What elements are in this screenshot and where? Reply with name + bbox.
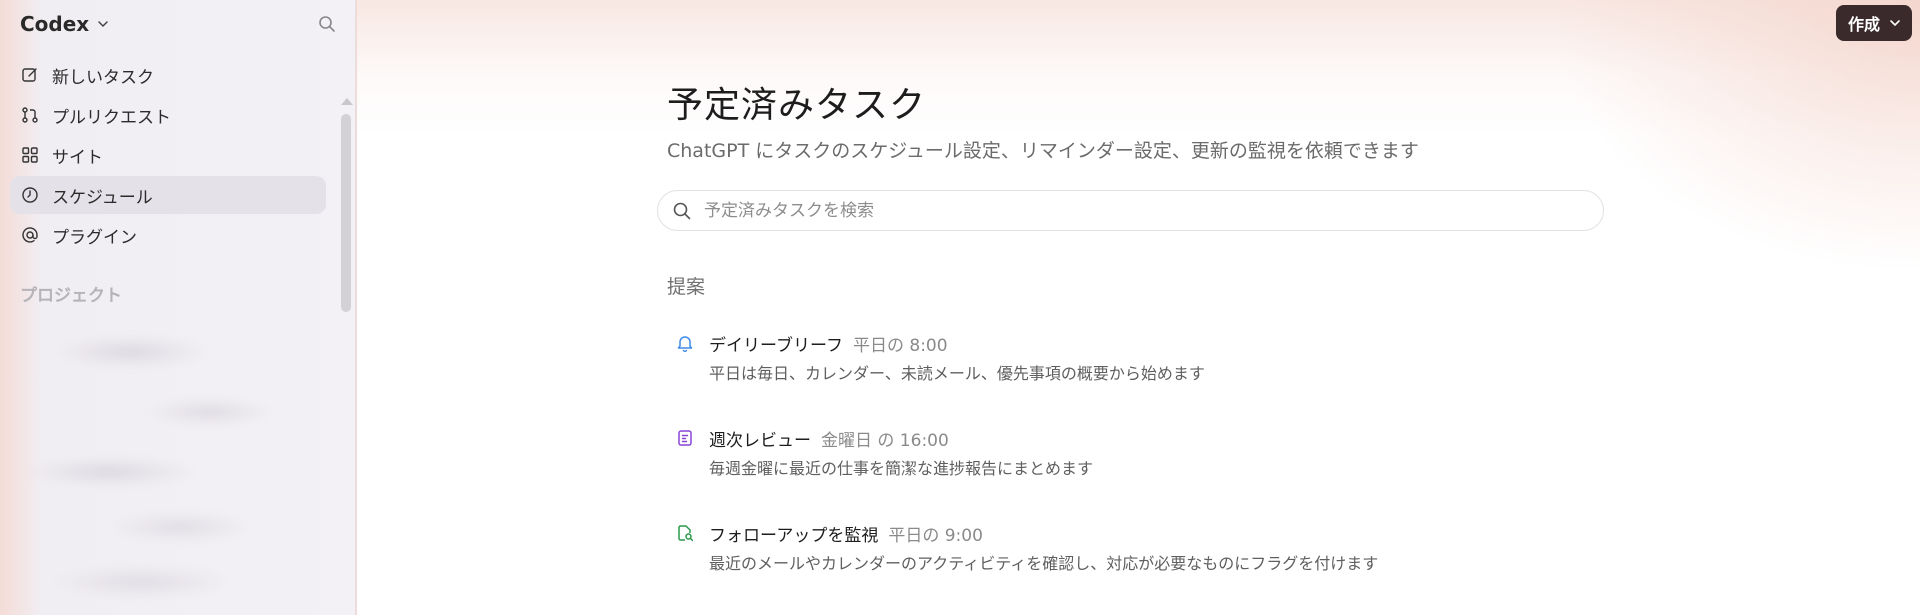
note-icon	[678, 430, 692, 446]
suggestion-title: デイリーブリーフ	[709, 336, 843, 356]
projects-section-label: プロジェクト	[20, 286, 122, 306]
search-input[interactable]	[704, 200, 1584, 221]
chevron-down-icon	[1890, 20, 1900, 27]
sidebar-nav: 新しいタスク プルリクエスト サイト スケジュール プラグイン	[10, 56, 326, 256]
sidebar-item-pull-requests[interactable]: プルリクエスト	[10, 96, 326, 134]
at-icon	[22, 227, 38, 243]
sidebar-item-new-task[interactable]: 新しいタスク	[10, 56, 326, 94]
scroll-up-arrow[interactable]	[341, 98, 353, 105]
suggestion-time: 平日の 9:00	[888, 526, 983, 546]
suggestion-description: 最近のメールやカレンダーのアクティビティを確認し、対応が必要なものにフラグを付け…	[709, 554, 1379, 573]
suggestion-title: 週次レビュー	[709, 431, 811, 451]
search-field[interactable]	[657, 190, 1604, 231]
file-search-icon	[678, 525, 694, 542]
sidebar: Codex 新しいタスク プルリクエスト サイト スケジュール プラグイン プロ…	[0, 0, 356, 615]
app-switcher[interactable]: Codex	[20, 12, 111, 36]
suggestion-description: 毎週金曜に最近の仕事を簡潔な進捗報告にまとめます	[709, 459, 1094, 478]
search-icon[interactable]	[317, 14, 337, 34]
create-button[interactable]: 作成	[1835, 5, 1912, 41]
clock-icon	[22, 187, 38, 203]
suggestion-description: 平日は毎日、カレンダー、未読メール、優先事項の概要から始めます	[709, 364, 1205, 383]
sidebar-item-schedule[interactable]: スケジュール	[10, 176, 326, 214]
suggestions-heading: 提案	[667, 276, 706, 298]
sidebar-item-label: 新しいタスク	[52, 67, 154, 88]
chevron-down-icon	[98, 21, 108, 28]
search-icon	[673, 202, 691, 219]
main-content: 作成 予定済みタスク ChatGPT にタスクのスケジュール設定、リマインダー設…	[357, 0, 1920, 615]
edit-icon	[22, 68, 37, 82]
suggestion-time: 金曜日 の 16:00	[821, 431, 949, 451]
suggestion-title: フォローアップを監視	[709, 526, 879, 546]
sidebar-item-sites[interactable]: サイト	[10, 136, 326, 174]
page-subtitle: ChatGPT にタスクのスケジュール設定、リマインダー設定、更新の監視を依頼で…	[667, 140, 1419, 162]
sidebar-item-plugins[interactable]: プラグイン	[10, 216, 326, 254]
sidebar-item-label: プルリクエスト	[52, 107, 171, 128]
sidebar-item-label: スケジュール	[52, 187, 153, 208]
sidebar-item-label: プラグイン	[52, 227, 137, 248]
pull-request-icon	[22, 107, 38, 123]
suggestion-time: 平日の 8:00	[852, 336, 948, 356]
sidebar-item-label: サイト	[52, 147, 103, 168]
grid-icon	[22, 147, 38, 163]
page-title: 予定済みタスク	[667, 85, 927, 126]
bell-icon	[677, 336, 693, 353]
create-button-label: 作成	[1847, 15, 1880, 34]
app-title: Codex	[20, 12, 90, 36]
sidebar-scrollbar[interactable]	[341, 114, 351, 312]
project-list-blurred	[10, 312, 330, 612]
